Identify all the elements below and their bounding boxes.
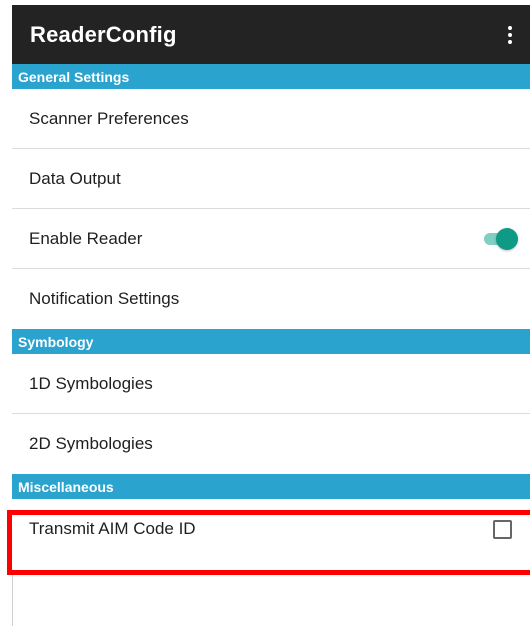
data-output-item[interactable]: Data Output — [12, 149, 530, 209]
more-vert-icon[interactable] — [500, 20, 520, 50]
notification-settings-item[interactable]: Notification Settings — [12, 269, 530, 329]
app-title: ReaderConfig — [30, 21, 177, 47]
app-bar: ReaderConfig — [12, 5, 530, 64]
item-label: Notification Settings — [29, 289, 180, 308]
switch-thumb — [496, 227, 518, 250]
screen: ReaderConfig General Settings Scanner Pr… — [0, 0, 530, 626]
item-label: Data Output — [29, 168, 121, 188]
scanner-preferences-item[interactable]: Scanner Preferences — [12, 89, 530, 149]
overflow-dot — [508, 39, 512, 44]
transmit-aim-code-id-checkbox[interactable] — [493, 519, 512, 539]
transmit-aim-code-id-item[interactable]: Transmit AIM Code ID — [12, 499, 530, 559]
overflow-dot — [508, 25, 512, 30]
item-label: Enable Reader — [29, 228, 143, 248]
enable-reader-switch[interactable] — [482, 227, 518, 250]
item-label: 1D Symbologies — [29, 373, 153, 393]
2d-symbologies-item[interactable]: 2D Symbologies — [12, 414, 530, 474]
item-label: 2D Symbologies — [29, 434, 153, 453]
divider — [12, 575, 13, 626]
section-header-symbology: Symbology — [12, 329, 530, 354]
1d-symbologies-item[interactable]: 1D Symbologies — [12, 354, 530, 414]
enable-reader-item[interactable]: Enable Reader — [12, 209, 530, 269]
settings-list: General Settings Scanner Preferences Dat… — [12, 64, 530, 559]
item-label: Transmit AIM Code ID — [29, 519, 196, 538]
section-header-general: General Settings — [12, 64, 530, 89]
section-header-misc: Miscellaneous — [12, 474, 530, 499]
overflow-dot — [508, 32, 512, 37]
item-label: Scanner Preferences — [29, 108, 189, 128]
